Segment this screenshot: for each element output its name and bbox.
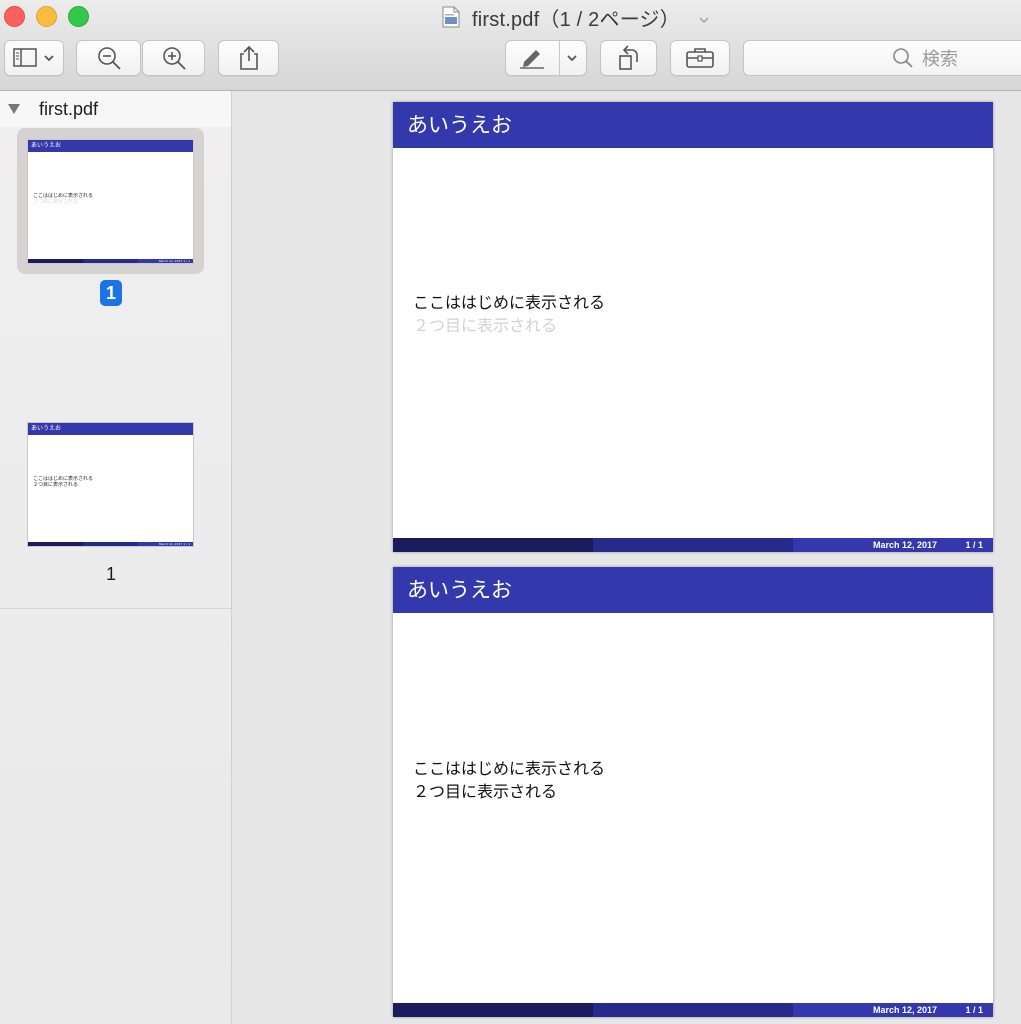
sidebar-document-header[interactable]: first.pdf <box>0 91 231 127</box>
slide-footer-date: March 12, 2017 <box>872 540 937 550</box>
slide-footer-date: March 12, 2017 <box>872 1005 937 1015</box>
markup-options-button[interactable] <box>558 53 586 63</box>
slide-text-line-1: ここははじめに表示される <box>413 293 606 312</box>
chevron-down-icon <box>44 55 54 62</box>
slide-text-line-1: ここははじめに表示される <box>413 759 606 778</box>
window-toolbar: first.pdf（1 / 2ページ） 検索 <box>0 0 1021 91</box>
chevron-down-icon <box>567 55 577 62</box>
sidebar-toggle-icon <box>13 48 37 67</box>
slide-text-line-2: ２つ目に表示される <box>413 782 558 801</box>
rotate-icon <box>618 45 638 70</box>
markup-pen-icon <box>520 50 545 69</box>
share-button[interactable] <box>218 40 279 76</box>
rotate-button[interactable] <box>600 40 657 76</box>
thumbnail-slide-header: あいうえお <box>28 140 193 152</box>
chevron-down-icon[interactable] <box>698 11 710 24</box>
thumbnail-footer-text: March 12, 2017 1 / 1 <box>158 259 190 263</box>
page-thumbnail-2[interactable]: あいうえお ここははじめに表示される ２つ目に表示される March 12, 2… <box>27 422 194 547</box>
thumbnail-sidebar: first.pdf あいうえお ここははじめに表示される ２つ目に表示される M… <box>0 91 232 1024</box>
page-number-label[interactable]: 1 <box>100 564 122 585</box>
zoom-in-icon <box>162 47 186 70</box>
thumbnail-slide-header: あいうえお <box>28 423 193 435</box>
window-title-bar[interactable]: first.pdf（1 / 2ページ） <box>442 4 710 31</box>
markup-button[interactable] <box>505 40 587 76</box>
slide-title: あいうえお <box>393 567 993 613</box>
thumbnail-line-2: ２つ目に表示される <box>33 482 79 488</box>
thumbnail-line-2: ２つ目に表示される <box>33 199 79 205</box>
pdf-page-2[interactable]: あいうえお ここははじめに表示される ２つ目に表示される March 12, 2… <box>393 567 993 1017</box>
slide-footer-page: 1 / 1 <box>965 1005 983 1015</box>
thumbnail-footer-text: March 12, 2017 1 / 1 <box>158 542 190 546</box>
toolbox-button[interactable] <box>670 40 730 76</box>
toolbox-icon <box>686 48 714 68</box>
zoom-in-button[interactable] <box>142 40 205 76</box>
zoom-out-icon <box>97 47 121 70</box>
page-thumbnail-1[interactable]: あいうえお ここははじめに表示される ２つ目に表示される March 12, 2… <box>27 139 194 264</box>
search-field[interactable]: 検索 <box>743 40 1021 76</box>
pdf-page-1[interactable]: あいうえお ここははじめに表示される ２つ目に表示される March 12, 2… <box>393 102 993 552</box>
share-icon <box>239 45 258 70</box>
pdf-document-icon <box>442 6 460 28</box>
zoom-window-button[interactable] <box>68 6 89 27</box>
markup-pen-area[interactable] <box>506 47 558 69</box>
search-icon <box>893 48 913 68</box>
slide-text-line-2: ２つ目に表示される <box>413 316 558 335</box>
slide-footer-page: 1 / 1 <box>965 540 983 550</box>
minimize-window-button[interactable] <box>36 6 57 27</box>
sidebar-divider <box>0 608 231 609</box>
selected-page-number-badge[interactable]: 1 <box>100 280 122 306</box>
sidebar-document-name: first.pdf <box>39 98 99 119</box>
sidebar-view-button[interactable] <box>4 40 64 76</box>
close-window-button[interactable] <box>4 6 25 27</box>
disclosure-triangle-icon[interactable] <box>7 103 21 115</box>
slide-title: あいうえお <box>393 102 993 148</box>
search-placeholder: 検索 <box>922 49 958 70</box>
zoom-out-button[interactable] <box>76 40 141 76</box>
window-title: first.pdf（1 / 2ページ） <box>472 8 680 31</box>
